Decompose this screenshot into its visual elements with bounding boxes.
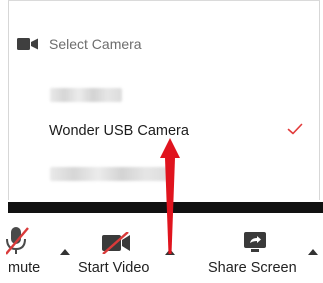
camera-option-wonder-usb[interactable]: Wonder USB Camera: [49, 119, 319, 143]
microphone-muted-icon[interactable]: [6, 227, 30, 255]
screenshot-stage: Select Camera Wonder USB Camera mute Sta…: [0, 0, 323, 283]
camera-option-label: Wonder USB Camera: [49, 123, 189, 139]
start-video-button-label[interactable]: Start Video: [78, 260, 149, 276]
share-screen-button-label[interactable]: Share Screen: [208, 260, 297, 276]
share-options-caret[interactable]: [308, 249, 318, 255]
camera-option-obscured-2[interactable]: [50, 167, 170, 181]
camera-select-menu: Select Camera Wonder USB Camera: [8, 0, 320, 200]
menu-title: Select Camera: [49, 36, 142, 52]
mute-button-label[interactable]: mute: [8, 260, 40, 276]
video-off-icon[interactable]: [102, 232, 130, 254]
video-camera-icon: [17, 38, 38, 50]
meeting-toolbar: mute Start Video Share Screen: [6, 213, 323, 283]
camera-option-obscured-1[interactable]: [50, 88, 122, 102]
menu-header: Select Camera: [17, 34, 142, 54]
share-screen-icon[interactable]: [243, 231, 267, 253]
audio-options-caret[interactable]: [60, 249, 70, 255]
check-icon: [287, 123, 303, 135]
video-options-caret[interactable]: [165, 249, 175, 255]
toolbar-divider: [8, 202, 323, 213]
